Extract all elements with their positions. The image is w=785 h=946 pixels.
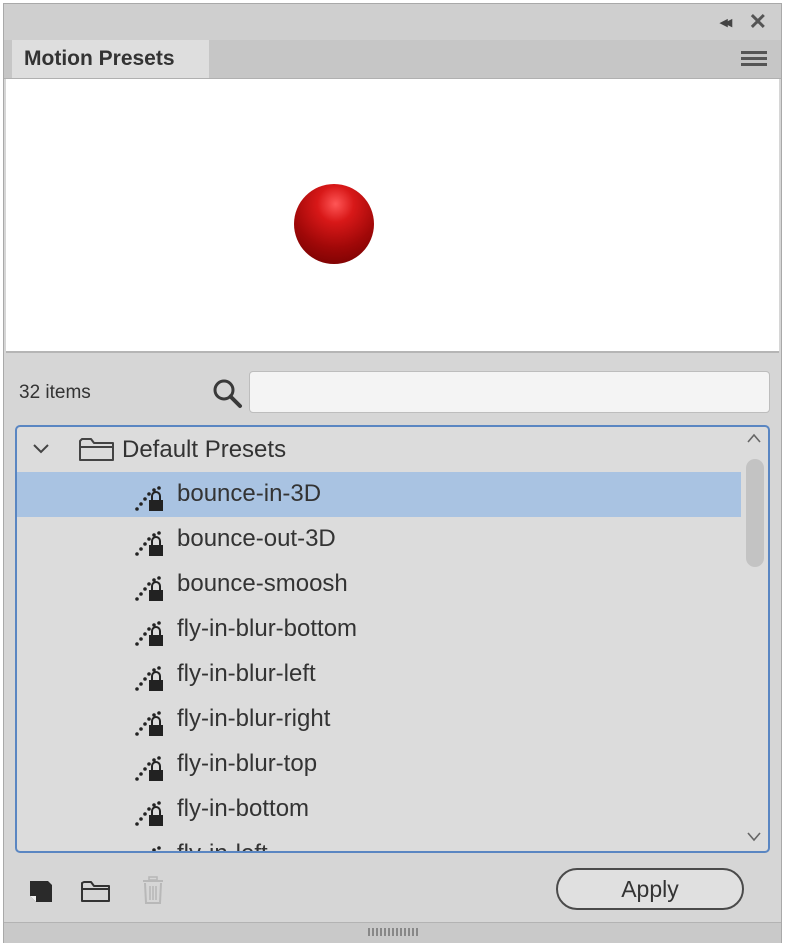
folder-row-default-presets[interactable]: Default Presets xyxy=(17,427,741,472)
motion-presets-panel: ◂◂ ✕ Motion Presets 32 items Default Pre… xyxy=(3,3,782,943)
resize-grip[interactable] xyxy=(368,928,418,936)
preset-item-label: fly-in-blur-top xyxy=(177,750,318,777)
preset-item-fly-in-blur-left[interactable]: fly-in-blur-left xyxy=(17,652,741,697)
preset-lock-icon xyxy=(135,801,163,826)
preset-item-bounce-in-3d[interactable]: bounce-in-3D xyxy=(17,472,741,517)
scrollbar-thumb[interactable] xyxy=(746,459,764,567)
preset-item-fly-in-blur-bottom[interactable]: fly-in-blur-bottom xyxy=(17,607,741,652)
collapse-panel-icon[interactable]: ◂◂ xyxy=(720,13,732,31)
preset-lock-icon xyxy=(135,666,163,691)
hamburger-menu-icon[interactable] xyxy=(741,51,767,69)
preset-lock-icon xyxy=(152,846,161,851)
folder-label: Default Presets xyxy=(122,436,287,463)
preset-item-label: bounce-smoosh xyxy=(177,570,348,597)
preset-item-label: fly-in-bottom xyxy=(177,795,310,822)
search-icon[interactable] xyxy=(211,377,243,409)
preset-item-label: fly-in-left xyxy=(177,840,268,851)
tab-row: Motion Presets xyxy=(4,40,781,79)
bottom-toolbar: Apply xyxy=(4,864,781,919)
preset-lock-icon xyxy=(135,531,163,556)
preset-tree: Default Presets bounce-in-3D bounce-out-… xyxy=(15,425,770,853)
preset-lock-icon xyxy=(135,486,163,511)
preset-item-fly-in-left[interactable]: fly-in-left xyxy=(17,832,741,851)
tab-motion-presets[interactable]: Motion Presets xyxy=(12,40,209,78)
trash-icon[interactable] xyxy=(140,875,166,905)
preset-item-label: bounce-in-3D xyxy=(177,480,322,507)
preset-item-label: fly-in-blur-left xyxy=(177,660,316,687)
panel-title-bar[interactable]: ◂◂ ✕ xyxy=(4,4,781,40)
preset-lock-icon xyxy=(135,621,163,646)
folder-icon xyxy=(79,438,114,461)
preset-item-fly-in-bottom[interactable]: fly-in-bottom xyxy=(17,787,741,832)
item-count-label: 32 items xyxy=(19,382,91,403)
new-folder-icon[interactable] xyxy=(80,878,112,904)
new-preset-icon[interactable] xyxy=(28,878,54,904)
close-icon[interactable]: ✕ xyxy=(749,9,767,35)
preset-item-label: fly-in-blur-right xyxy=(177,705,331,732)
panel-footer xyxy=(4,922,781,943)
preset-item-label: bounce-out-3D xyxy=(177,525,336,552)
scroll-down-arrow-icon[interactable] xyxy=(746,831,762,843)
preset-item-fly-in-blur-right[interactable]: fly-in-blur-right xyxy=(17,697,741,742)
red-ball-preview xyxy=(294,184,374,264)
preset-lock-icon xyxy=(135,711,163,736)
apply-button[interactable]: Apply xyxy=(556,868,744,910)
preset-tree-list: Default Presets bounce-in-3D bounce-out-… xyxy=(17,427,741,851)
search-input[interactable] xyxy=(249,371,770,413)
chevron-down-icon[interactable] xyxy=(31,439,51,459)
preset-item-bounce-out-3d[interactable]: bounce-out-3D xyxy=(17,517,741,562)
preset-item-label: fly-in-blur-bottom xyxy=(177,615,358,642)
preset-lock-icon xyxy=(135,756,163,781)
preset-item-fly-in-blur-top[interactable]: fly-in-blur-top xyxy=(17,742,741,787)
preset-item-bounce-smoosh[interactable]: bounce-smoosh xyxy=(17,562,741,607)
preset-preview-area xyxy=(6,79,779,353)
scroll-up-arrow-icon[interactable] xyxy=(746,432,762,444)
preset-lock-icon xyxy=(135,576,163,601)
